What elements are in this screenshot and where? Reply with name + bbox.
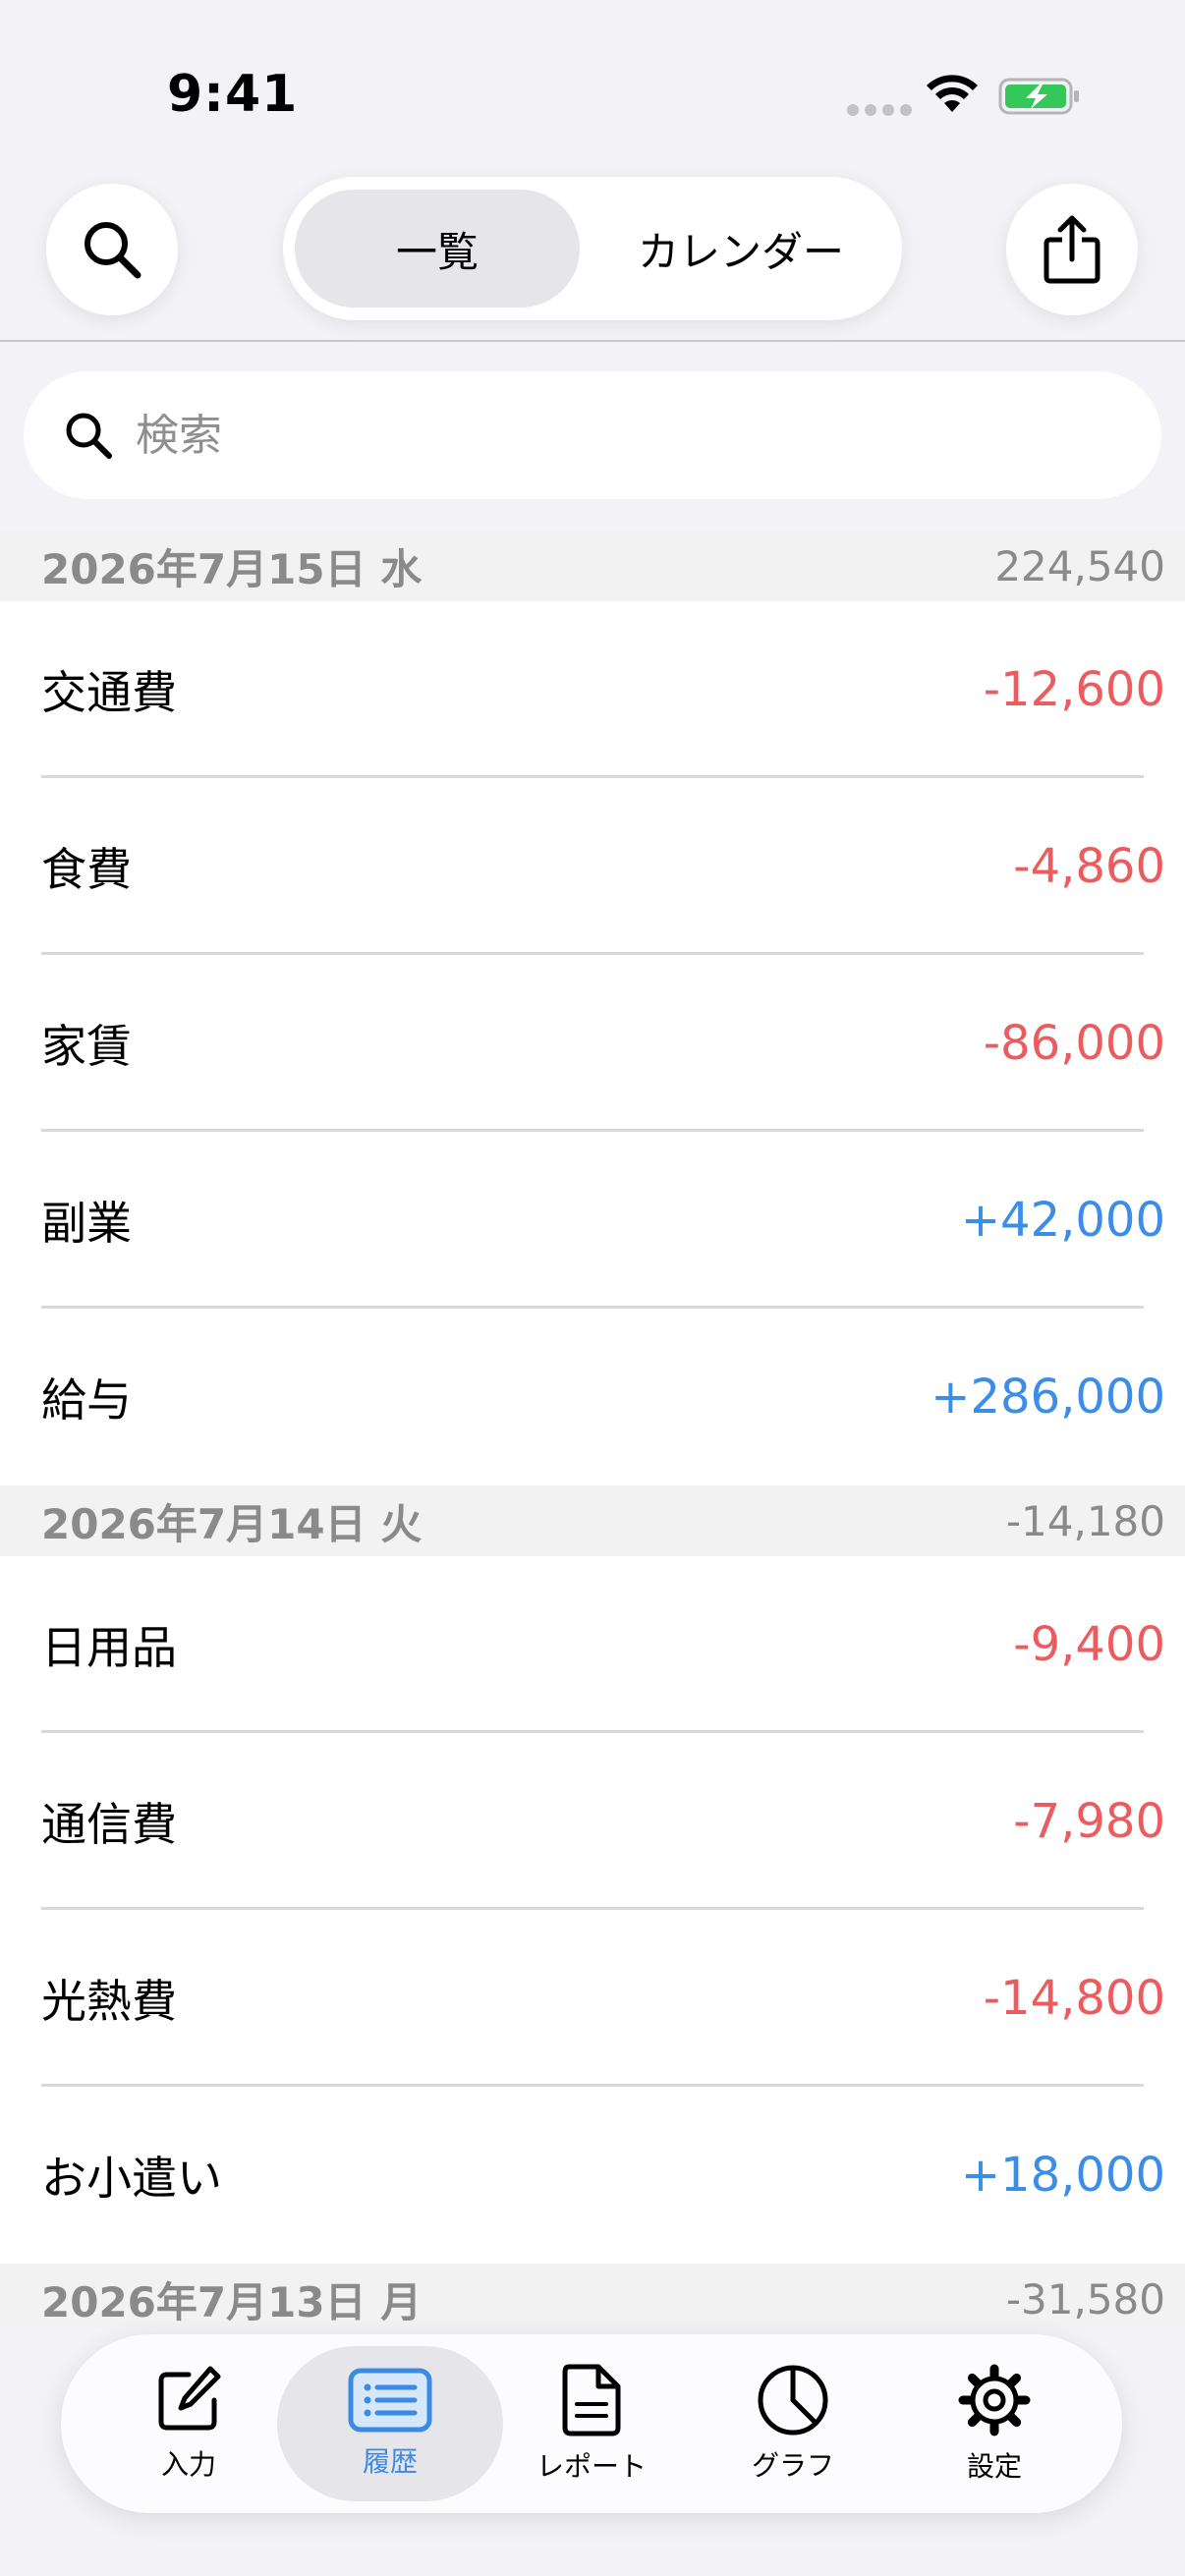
section-date: 2026年7月15日 水 (41, 544, 423, 593)
transaction-row[interactable]: 光熱費 -14,800 (0, 1910, 1185, 2087)
tab-label: 履歴 (362, 2445, 418, 2478)
status-time: 9:41 (167, 65, 299, 124)
section-total: -14,180 (1005, 1496, 1165, 1545)
transaction-category: 副業 (41, 1197, 132, 1250)
transaction-category: 光熱費 (41, 1975, 177, 2028)
transaction-row[interactable]: 家賃 -86,000 (0, 955, 1185, 1132)
search-input[interactable] (136, 410, 1020, 461)
transaction-amount: -9,400 (1013, 1617, 1165, 1672)
wifi-icon (927, 75, 978, 112)
section-date: 2026年7月13日 月 (41, 2277, 423, 2326)
search-button[interactable] (46, 184, 178, 315)
pie-chart-icon (758, 2365, 828, 2436)
transaction-category: お小遣い (41, 2152, 222, 2205)
transaction-category: 交通費 (41, 666, 177, 719)
transaction-amount: +18,000 (960, 2148, 1165, 2203)
search-icon (66, 413, 112, 459)
transaction-row[interactable]: 日用品 -9,400 (0, 1556, 1185, 1733)
tab-label: レポート (536, 2450, 647, 2483)
cellular-signal-icon (847, 104, 912, 116)
share-button[interactable] (1006, 184, 1138, 315)
tab-input[interactable]: 入力 (90, 2346, 287, 2501)
transaction-amount: +286,000 (931, 1370, 1165, 1425)
transaction-row[interactable]: 通信費 -7,980 (0, 1733, 1185, 1910)
transaction-amount: -86,000 (983, 1016, 1165, 1071)
share-icon (1044, 215, 1100, 284)
search-field[interactable] (24, 371, 1161, 499)
transaction-row[interactable]: 食費 -4,860 (0, 778, 1185, 955)
document-icon (562, 2364, 621, 2436)
compose-icon (158, 2366, 221, 2431)
section-total: 224,540 (994, 541, 1165, 590)
tab-history[interactable]: 履歴 (277, 2346, 503, 2501)
transaction-row[interactable]: 副業 +42,000 (0, 1132, 1185, 1309)
list-icon (348, 2368, 432, 2433)
transaction-category: 給与 (41, 1373, 132, 1427)
gear-icon (958, 2364, 1031, 2436)
tab-label: グラフ (751, 2449, 834, 2482)
search-icon (85, 222, 141, 279)
transaction-amount: -7,980 (1013, 1794, 1165, 1849)
segment-list[interactable]: 一覧 (295, 190, 580, 308)
transaction-amount: -14,800 (983, 1971, 1165, 2026)
tab-graph[interactable]: グラフ (695, 2346, 891, 2501)
segment-calendar[interactable]: カレンダー (593, 190, 888, 308)
battery-charging-icon (998, 78, 1079, 115)
transaction-category: 日用品 (41, 1621, 177, 1674)
tab-bar: 入力 履歴 レポート グラフ 設定 (61, 2334, 1122, 2513)
transaction-row[interactable]: お小遣い +18,000 (0, 2087, 1185, 2264)
transaction-amount: -12,600 (983, 662, 1165, 717)
section-header: 2026年7月15日 水 224,540 (0, 531, 1185, 601)
transaction-list[interactable]: 2026年7月15日 水 224,540 交通費 -12,600 食費 -4,8… (0, 531, 1185, 2328)
tab-report[interactable]: レポート (493, 2346, 690, 2501)
transaction-category: 通信費 (41, 1798, 177, 1851)
tab-label: 入力 (160, 2448, 216, 2481)
transaction-category: 家賃 (41, 1020, 132, 1073)
navigation-bar: 一覧 カレンダー (0, 157, 1185, 342)
view-mode-segmented-control: 一覧 カレンダー (283, 177, 902, 320)
status-bar: 9:41 (0, 0, 1185, 157)
section-header: 2026年7月14日 火 -14,180 (0, 1485, 1185, 1556)
transaction-category: 食費 (41, 843, 132, 896)
transaction-row[interactable]: 交通費 -12,600 (0, 601, 1185, 778)
transaction-amount: +42,000 (960, 1193, 1165, 1248)
section-total: -31,580 (1005, 2274, 1165, 2324)
tab-label: 設定 (966, 2450, 1022, 2483)
section-date: 2026年7月14日 火 (41, 1499, 423, 1548)
transaction-row[interactable]: 給与 +286,000 (0, 1309, 1185, 1485)
transaction-amount: -4,860 (1013, 839, 1165, 894)
tab-settings[interactable]: 設定 (896, 2346, 1093, 2501)
section-header: 2026年7月13日 月 -31,580 (0, 2264, 1185, 2328)
